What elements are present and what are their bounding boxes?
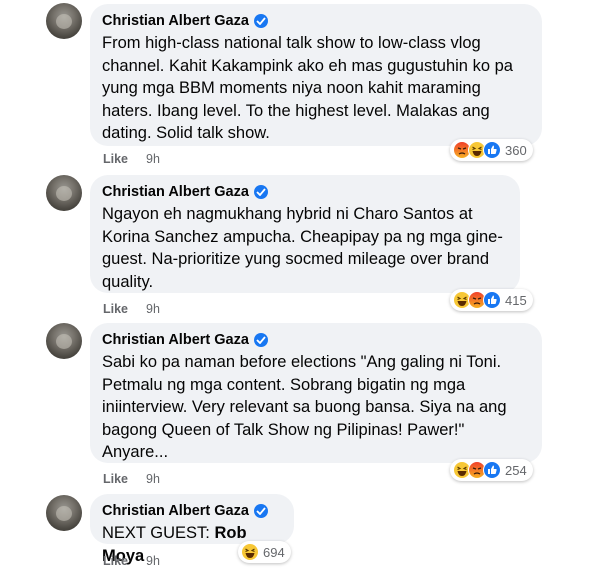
like-reaction-icon (483, 291, 501, 309)
reactions-summary[interactable]: 415 (450, 289, 533, 311)
comment-timestamp[interactable]: 9h (146, 152, 160, 166)
haha-reaction-icon (241, 543, 259, 561)
reaction-count: 694 (263, 544, 285, 560)
verified-badge-icon (253, 504, 268, 518)
comment-timestamp[interactable]: 9h (146, 554, 160, 568)
like-button[interactable]: Like (103, 472, 128, 486)
comment-timestamp[interactable]: 9h (146, 472, 160, 486)
verified-badge-icon (253, 333, 268, 347)
comment-bubble: Christian Albert Gaza Ngayon eh nagmukha… (90, 175, 520, 293)
comment-author[interactable]: Christian Albert Gaza (102, 13, 249, 29)
comment-bubble: Christian Albert Gaza Sabi ko pa naman b… (90, 323, 542, 463)
comment-author[interactable]: Christian Albert Gaza (102, 503, 249, 519)
like-reaction-icon (483, 461, 501, 479)
reactions-summary[interactable]: 254 (450, 459, 533, 481)
comment-text: From high-class national talk show to lo… (102, 34, 513, 142)
avatar[interactable] (46, 323, 82, 359)
comment-timestamp[interactable]: 9h (146, 302, 160, 316)
comment-text-prefix: NEXT GUEST: (102, 524, 215, 542)
reaction-count: 254 (505, 462, 527, 478)
comment-author[interactable]: Christian Albert Gaza (102, 332, 249, 348)
comment-author[interactable]: Christian Albert Gaza (102, 184, 249, 200)
avatar[interactable] (46, 175, 82, 211)
reaction-count: 360 (505, 142, 527, 158)
comment-bubble: Christian Albert Gaza NEXT GUEST: Rob Mo… (90, 494, 294, 565)
avatar[interactable] (46, 495, 82, 531)
comment-bubble: Christian Albert Gaza From high-class na… (90, 4, 542, 146)
like-button[interactable]: Like (103, 152, 128, 166)
reactions-summary[interactable]: 694 (238, 541, 291, 563)
like-button[interactable]: Like (103, 554, 128, 568)
reactions-summary[interactable]: 360 (450, 139, 533, 161)
reaction-count: 415 (505, 292, 527, 308)
verified-badge-icon (253, 185, 268, 199)
like-reaction-icon (483, 141, 501, 159)
like-button[interactable]: Like (103, 302, 128, 316)
verified-badge-icon (253, 14, 268, 28)
comment-text: Ngayon eh nagmukhang hybrid ni Charo San… (102, 205, 503, 291)
avatar[interactable] (46, 3, 82, 39)
comment-text: Sabi ko pa naman before elections "Ang g… (102, 353, 507, 461)
